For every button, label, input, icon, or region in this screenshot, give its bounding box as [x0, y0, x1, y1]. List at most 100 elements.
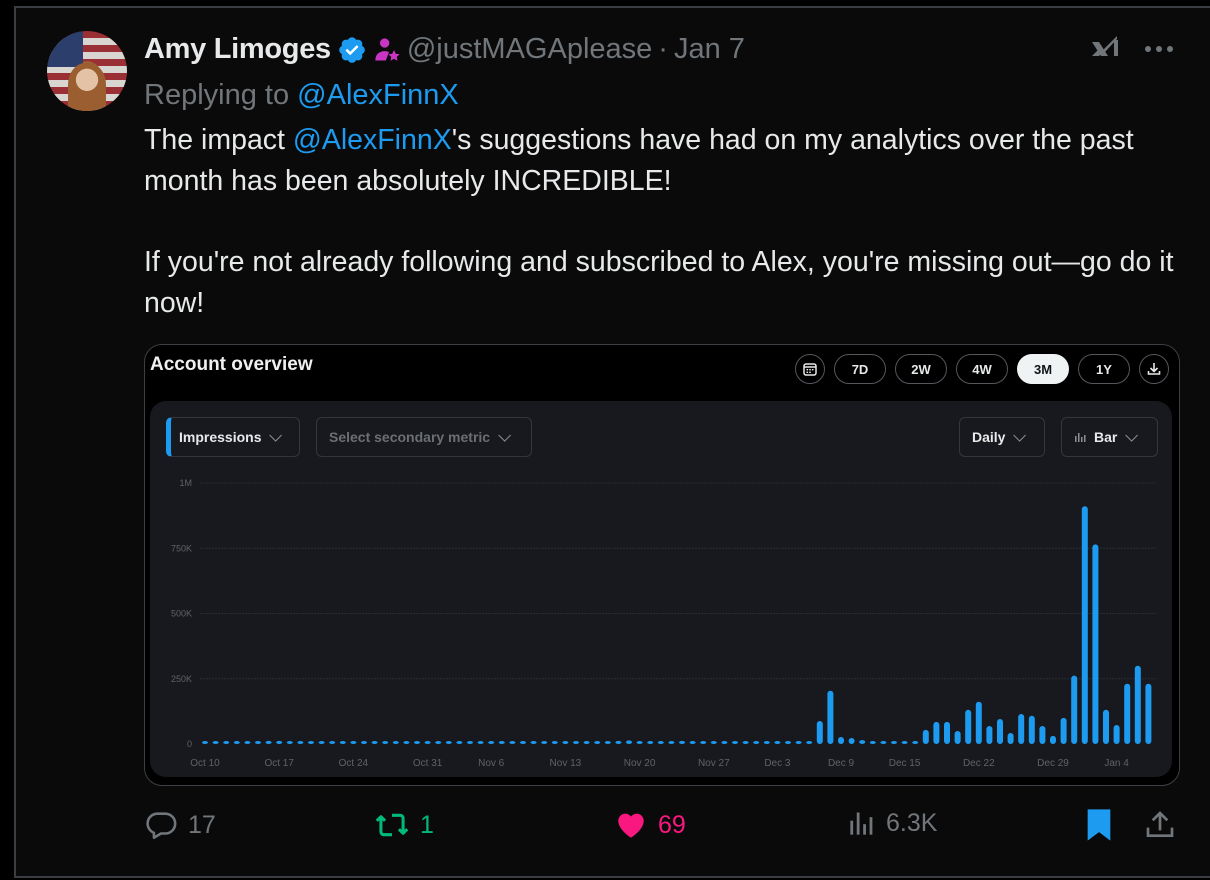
bar[interactable] — [785, 741, 791, 744]
bar[interactable] — [774, 741, 781, 744]
author-name[interactable]: Amy Limoges — [144, 33, 331, 66]
bar[interactable] — [414, 741, 420, 744]
reply-button[interactable]: 17 — [144, 808, 216, 842]
like-button[interactable]: 69 — [614, 808, 686, 842]
bar[interactable] — [456, 741, 463, 744]
bar[interactable] — [1060, 717, 1067, 744]
bar[interactable] — [255, 741, 261, 744]
download-button[interactable] — [1139, 354, 1169, 384]
bar[interactable] — [679, 740, 685, 744]
grok-icon[interactable] — [1090, 33, 1122, 65]
bar[interactable] — [965, 709, 972, 744]
bar[interactable] — [986, 725, 993, 744]
range-1y[interactable]: 1Y — [1078, 354, 1130, 384]
bar[interactable] — [1018, 713, 1025, 744]
primary-metric-select[interactable]: Impressions — [166, 417, 300, 457]
bar[interactable] — [467, 741, 473, 744]
mention-link[interactable]: @AlexFinnX — [293, 124, 452, 156]
bar[interactable] — [371, 741, 378, 744]
avatar[interactable] — [47, 31, 127, 111]
bar[interactable] — [297, 741, 304, 744]
bar[interactable] — [329, 741, 336, 744]
bar[interactable] — [202, 741, 208, 744]
bar[interactable] — [1028, 715, 1035, 744]
views-button[interactable]: 6.3K — [848, 808, 937, 838]
bar[interactable] — [286, 741, 293, 744]
bar[interactable] — [477, 741, 484, 744]
repost-button[interactable]: 1 — [374, 808, 434, 842]
bar[interactable] — [668, 741, 675, 744]
author-handle[interactable]: @justMAGAplease — [407, 33, 652, 66]
bar[interactable] — [1081, 506, 1088, 744]
verified-badge-icon[interactable] — [337, 35, 367, 65]
bar[interactable] — [827, 690, 834, 744]
range-3m[interactable]: 3M — [1017, 354, 1069, 384]
bar[interactable] — [223, 741, 230, 744]
bar[interactable] — [657, 741, 664, 744]
bar[interactable] — [647, 741, 654, 744]
bar[interactable] — [795, 741, 802, 744]
bar[interactable] — [212, 741, 219, 744]
bar[interactable] — [763, 741, 770, 744]
chart-type-select[interactable]: Bar — [1061, 417, 1158, 457]
bar[interactable] — [806, 741, 813, 744]
bar[interactable] — [742, 741, 749, 744]
bar[interactable] — [562, 741, 569, 744]
bar[interactable] — [859, 740, 866, 744]
bar[interactable] — [753, 741, 760, 744]
affiliate-badge-icon[interactable] — [373, 36, 401, 64]
bar[interactable] — [721, 741, 728, 744]
range-4w[interactable]: 4W — [956, 354, 1008, 384]
bar[interactable] — [636, 741, 643, 744]
bar[interactable] — [997, 718, 1003, 744]
analytics-image[interactable]: Account overview 7D 2W 4W 3M 1Y Impressi… — [144, 344, 1180, 786]
bar[interactable] — [816, 721, 823, 744]
bar[interactable] — [233, 741, 240, 744]
bar[interactable] — [1113, 724, 1120, 744]
bar[interactable] — [276, 740, 283, 744]
bar[interactable] — [933, 721, 940, 744]
bar[interactable] — [573, 741, 579, 744]
bar[interactable] — [382, 741, 389, 744]
tweet-date[interactable]: Jan 7 — [674, 33, 745, 66]
bar[interactable] — [848, 737, 855, 744]
bar[interactable] — [710, 741, 717, 744]
bar[interactable] — [520, 741, 526, 744]
bar[interactable] — [530, 741, 537, 744]
bar[interactable] — [1007, 733, 1014, 744]
bookmark-button[interactable] — [1084, 808, 1114, 842]
bar[interactable] — [732, 741, 738, 744]
bar[interactable] — [1092, 544, 1099, 744]
bar[interactable] — [445, 741, 452, 744]
calendar-button[interactable] — [795, 354, 825, 384]
bar[interactable] — [244, 741, 251, 744]
bar[interactable] — [1071, 675, 1078, 744]
bar[interactable] — [700, 741, 707, 744]
bar[interactable] — [541, 741, 548, 744]
bar[interactable] — [308, 741, 314, 744]
range-2w[interactable]: 2W — [895, 354, 947, 384]
bar[interactable] — [901, 741, 908, 744]
more-icon[interactable] — [1145, 46, 1173, 52]
bar[interactable] — [891, 741, 897, 744]
bar[interactable] — [689, 741, 696, 744]
bar[interactable] — [265, 740, 272, 744]
bar[interactable] — [594, 741, 601, 744]
bar[interactable] — [1124, 683, 1131, 744]
bar[interactable] — [424, 741, 431, 744]
bar[interactable] — [361, 741, 367, 744]
bar[interactable] — [350, 741, 357, 744]
bar[interactable] — [975, 701, 982, 744]
bar[interactable] — [626, 740, 632, 744]
bar[interactable] — [604, 741, 611, 744]
bar[interactable] — [403, 741, 410, 744]
bar[interactable] — [869, 741, 876, 744]
granularity-select[interactable]: Daily — [959, 417, 1045, 457]
bar[interactable] — [912, 741, 919, 744]
bar[interactable] — [509, 741, 516, 744]
replying-to-link[interactable]: @AlexFinnX — [297, 79, 459, 111]
bar[interactable] — [615, 740, 622, 744]
bar[interactable] — [1134, 665, 1141, 744]
bar[interactable] — [1145, 683, 1152, 744]
bar[interactable] — [1103, 709, 1109, 744]
